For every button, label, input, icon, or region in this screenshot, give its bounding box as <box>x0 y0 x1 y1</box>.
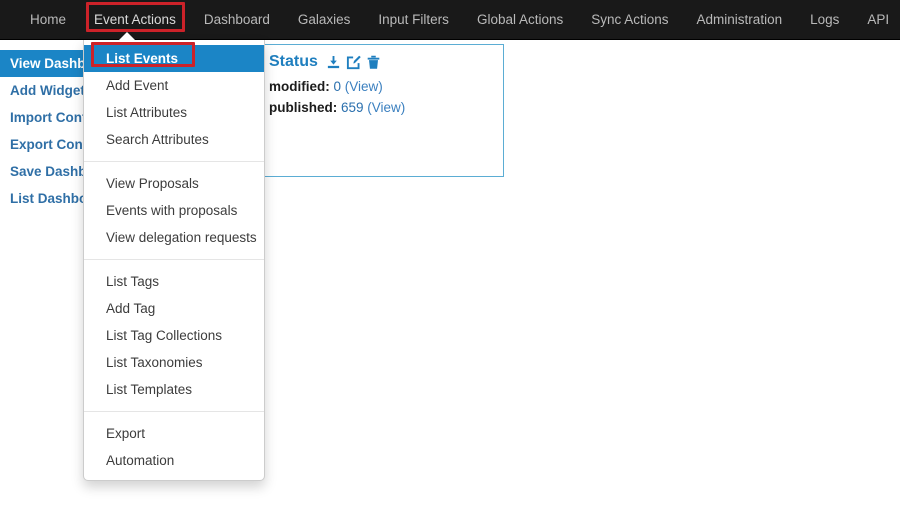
menu-item-automation[interactable]: Automation <box>84 447 264 474</box>
menu-item-list-events[interactable]: List Events <box>84 45 264 72</box>
menu-divider <box>84 259 264 260</box>
nav-item-administration[interactable]: Administration <box>683 0 797 40</box>
edit-icon[interactable] <box>346 55 361 70</box>
menu-item-add-event[interactable]: Add Event <box>84 72 264 99</box>
status-label: published <box>269 100 333 115</box>
menu-item-add-tag[interactable]: Add Tag <box>84 295 264 322</box>
status-widget-panel: Status modified: 0 (View) published: 659… <box>253 44 504 177</box>
menu-item-export[interactable]: Export <box>84 420 264 447</box>
status-label: modified <box>269 79 326 94</box>
menu-item-view-proposals[interactable]: View Proposals <box>84 170 264 197</box>
nav-item-home[interactable]: Home <box>0 0 80 40</box>
nav-item-global-actions[interactable]: Global Actions <box>463 0 577 40</box>
menu-item-list-taxonomies[interactable]: List Taxonomies <box>84 349 264 376</box>
nav-item-sync-actions[interactable]: Sync Actions <box>577 0 682 40</box>
menu-item-list-tag-collections[interactable]: List Tag Collections <box>84 322 264 349</box>
status-value: 0 <box>333 79 342 94</box>
nav-item-logs[interactable]: Logs <box>796 0 853 40</box>
panel-body: modified: 0 (View) published: 659 (View) <box>259 71 503 118</box>
status-separator: : <box>332 100 341 115</box>
menu-divider <box>84 161 264 162</box>
status-row-published: published: 659 (View) <box>269 97 503 118</box>
status-view-link[interactable]: (View) <box>367 100 405 115</box>
menu-item-list-tags[interactable]: List Tags <box>84 268 264 295</box>
panel-header: Status <box>259 45 503 71</box>
menu-item-events-with-proposals[interactable]: Events with proposals <box>84 197 264 224</box>
nav-item-api[interactable]: API <box>853 0 900 40</box>
nav-item-galaxies[interactable]: Galaxies <box>284 0 365 40</box>
status-separator: : <box>325 79 334 94</box>
menu-item-search-attributes[interactable]: Search Attributes <box>84 126 264 153</box>
panel-title: Status <box>269 53 318 70</box>
status-row-modified: modified: 0 (View) <box>269 76 503 97</box>
status-view-link[interactable]: (View) <box>345 79 383 94</box>
nav-item-dashboard[interactable]: Dashboard <box>190 0 284 40</box>
trash-icon[interactable] <box>366 55 381 70</box>
status-value: 659 <box>341 100 364 115</box>
dropdown-caret-icon <box>118 32 136 41</box>
nav-item-input-filters[interactable]: Input Filters <box>364 0 463 40</box>
download-icon[interactable] <box>326 55 341 70</box>
event-actions-dropdown-menu: List Events Add Event List Attributes Se… <box>83 40 265 481</box>
menu-divider <box>84 411 264 412</box>
menu-item-view-delegation-requests[interactable]: View delegation requests <box>84 224 264 251</box>
menu-item-list-attributes[interactable]: List Attributes <box>84 99 264 126</box>
menu-item-list-templates[interactable]: List Templates <box>84 376 264 403</box>
app-root: Home Event Actions Dashboard Galaxies In… <box>0 0 900 510</box>
